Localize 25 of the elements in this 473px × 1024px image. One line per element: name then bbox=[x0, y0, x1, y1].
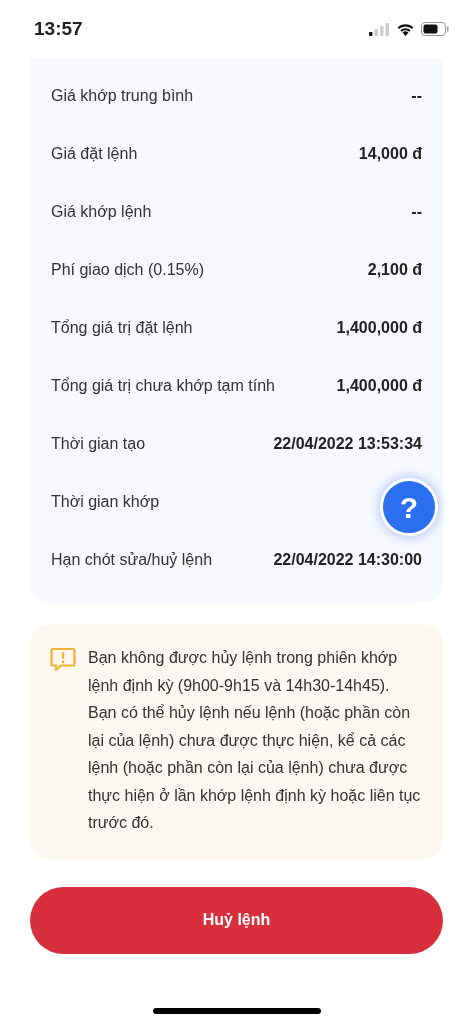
status-time: 13:57 bbox=[34, 16, 83, 41]
detail-label: Hạn chót sửa/huỷ lệnh bbox=[51, 550, 213, 570]
warning-message-icon bbox=[50, 647, 76, 673]
detail-label: Giá khớp trung bình bbox=[51, 86, 194, 106]
detail-label: Thời gian khớp bbox=[51, 492, 160, 512]
detail-label: Thời gian tạo bbox=[51, 434, 146, 454]
detail-label: Tổng giá trị chưa khớp tạm tính bbox=[51, 376, 275, 396]
detail-value: 22/04/2022 14:30:00 bbox=[273, 550, 422, 570]
detail-label: Tổng giá trị đặt lệnh bbox=[51, 318, 193, 338]
detail-value: 1,400,000 đ bbox=[336, 318, 422, 338]
signal-icon bbox=[369, 22, 390, 36]
cancel-order-button[interactable]: Huỷ lệnh bbox=[30, 886, 443, 954]
detail-value: -- bbox=[411, 202, 422, 222]
battery-icon bbox=[421, 22, 449, 36]
notice-text: Bạn có thể hủy lệnh nếu lệnh (hoặc phần còn lại của lệnh) chưa được thực hiện, kể cả các lệnh (hoặc phần còn lại của lệnh) chưa được thực hiện ở lần khớp lệnh định kỳ hoặc liên tục trước đó. bbox=[88, 703, 421, 833]
detail-value: 14,000 đ bbox=[358, 144, 422, 164]
detail-label: Giá đặt lệnh bbox=[51, 144, 138, 164]
detail-value: 2,100 đ bbox=[367, 260, 422, 280]
detail-value: -- bbox=[411, 86, 422, 106]
notice-text: Bạn không được hủy lệnh trong phiên khớp lệnh định kỳ (9h00-9h15 và 14h30-14h45). bbox=[88, 648, 399, 696]
detail-value: 1,400,000 đ bbox=[336, 376, 422, 396]
wifi-icon bbox=[396, 22, 415, 36]
detail-value: 22/04/2022 13:53:34 bbox=[273, 434, 422, 454]
detail-label: Phí giao dịch (0.15%) bbox=[51, 260, 204, 280]
detail-label: Giá khớp lệnh bbox=[51, 202, 152, 222]
